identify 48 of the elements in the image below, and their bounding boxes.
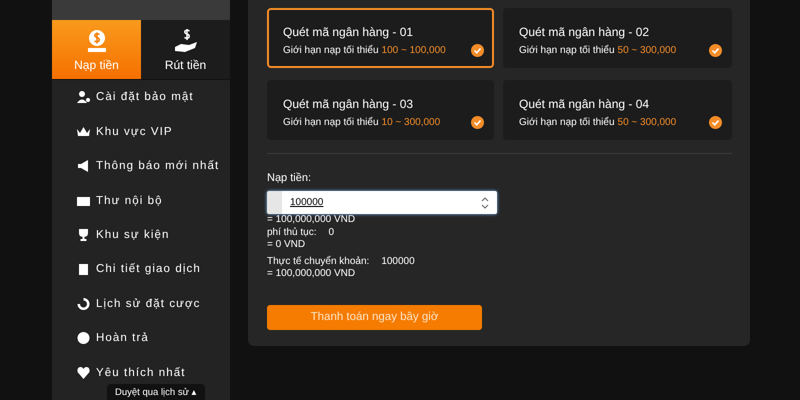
menu-item[interactable]: Cài đặt bảo mật <box>77 90 230 104</box>
payment-method-card[interactable]: Quét mã ngân hàng - 04 Giới hạn nạp tối thiểu 50 ~ 300,000 <box>503 80 732 140</box>
menu-item[interactable]: Khu sự kiện <box>77 228 230 242</box>
limit-label: Giới hạn nạp tối thiểu <box>519 117 615 128</box>
limit-label: Giới hạn nạp tối thiểu <box>283 45 379 56</box>
actual-transfer-value: 100000 <box>381 256 415 268</box>
menu-item[interactable]: Thông báo mới nhất <box>77 159 230 174</box>
menu-item[interactable]: Yêu thích nhất <box>77 366 230 380</box>
trophy-icon <box>77 229 90 242</box>
user-icon <box>77 91 90 104</box>
payment-method-card[interactable]: Quét mã ngân hàng - 02 Giới hạn nạp tối thiểu 50 ~ 300,000 <box>503 8 732 68</box>
megaphone-icon <box>77 160 90 172</box>
fee-vnd: = 0 VND <box>267 239 306 252</box>
check-icon <box>709 44 722 57</box>
menu-item[interactable]: Thư nội bộ <box>77 194 230 208</box>
check-icon <box>709 116 722 129</box>
payment-method-card[interactable]: Quét mã ngân hàng - 01 Giới hạn nạp tối thiểu 100 ~ 100,000 <box>267 8 494 68</box>
check-icon <box>471 44 484 57</box>
fee-label: phí thủ tục: <box>267 226 316 239</box>
check-icon <box>471 116 484 129</box>
menu-item[interactable]: Lịch sử đặt cược <box>77 296 230 311</box>
limit-label: Giới hạn nạp tối thiểu <box>519 45 615 56</box>
method-title: Quét mã ngân hàng - 04 <box>519 97 650 111</box>
sidebar-tab[interactable]: Rút tiền <box>141 20 230 80</box>
amount-vnd: = 100,000,000 VND <box>267 214 356 226</box>
limit-range: 10 ~ 300,000 <box>382 117 440 128</box>
heart-icon <box>77 366 90 379</box>
menu-item[interactable]: Hoàn trả <box>77 331 230 346</box>
spinner-icon[interactable] <box>481 196 489 210</box>
method-title: Quét mã ngân hàng - 01 <box>283 25 414 39</box>
history-icon <box>77 298 90 310</box>
crown-icon <box>77 126 90 138</box>
limit-range: 50 ~ 300,000 <box>618 45 676 56</box>
amount-label: Nạp tiền: <box>267 172 312 184</box>
limit-label: Giới hạn nạp tối thiểu <box>283 117 379 128</box>
menu-item[interactable]: Chi tiết giao dịch <box>77 262 230 276</box>
actual-transfer-label: Thực tế chuyển khoản: <box>267 256 370 268</box>
method-title: Quét mã ngân hàng - 03 <box>283 97 414 111</box>
method-title: Quét mã ngân hàng - 02 <box>519 25 650 39</box>
actual-transfer-vnd: = 100,000,000 VND <box>267 268 356 280</box>
limit-range: 50 ~ 300,000 <box>618 117 676 128</box>
amount-field[interactable]: 100000 <box>267 191 497 214</box>
limit-range: 100 ~ 100,000 <box>382 45 446 56</box>
hand-money-icon <box>172 28 198 54</box>
fee-value: 0 <box>328 226 334 239</box>
payment-method-card[interactable]: Quét mã ngân hàng - 03 Giới hạn nạp tối thiểu 10 ~ 300,000 <box>267 80 494 140</box>
history-tooltip[interactable]: Duyệt qua lịch sử ▴ <box>107 384 205 400</box>
menu-item[interactable]: Khu vực VIP <box>77 124 230 139</box>
